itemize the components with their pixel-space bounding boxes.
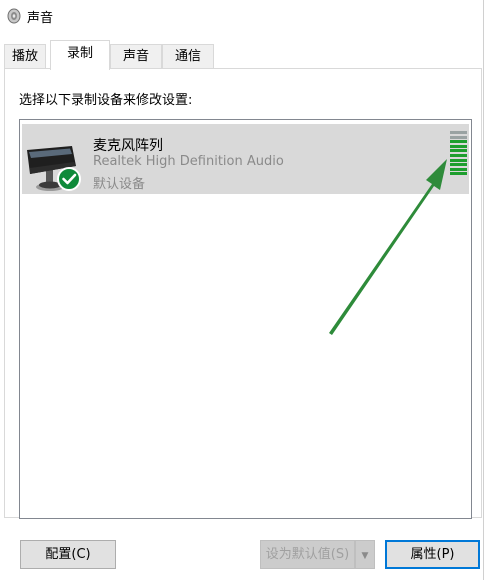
set-default-button[interactable]: 设为默认值(S) [260,540,355,569]
meter-segment [450,167,467,171]
chevron-down-icon: ▼ [361,551,369,561]
speaker-icon [7,8,21,24]
meter-segment [450,140,467,144]
device-row[interactable]: 麦克风阵列 Realtek High Definition Audio 默认设备 [22,124,469,194]
meter-segment [450,149,467,153]
meter-segment [450,135,467,139]
tab-strip: 播放 录制 声音 通信 [0,40,486,70]
tab-recording[interactable]: 录制 [50,40,110,70]
device-description: Realtek High Definition Audio [93,154,284,169]
checkmark-badge-icon [57,167,81,191]
set-default-dropdown-button[interactable]: ▼ [355,540,375,569]
window-border [483,0,484,580]
meter-segment [450,172,467,176]
tab-communications[interactable]: 通信 [162,44,214,68]
device-status: 默认设备 [93,177,146,192]
input-level-meter [450,131,467,177]
microphone-array-icon [27,146,81,191]
configure-button[interactable]: 配置(C) [20,540,116,569]
tab-playback[interactable]: 播放 [4,44,46,68]
meter-segment [450,163,467,167]
sound-dialog: 声音 播放 录制 声音 通信 选择以下录制设备来修改设置: 麦克风阵列 Real… [0,0,486,580]
window-title: 声音 [27,11,54,26]
recording-device-list[interactable]: 麦克风阵列 Realtek High Definition Audio 默认设备 [19,119,472,519]
meter-segment [450,144,467,148]
device-name: 麦克风阵列 [93,138,163,154]
meter-segment [450,158,467,162]
meter-segment [450,131,467,134]
title-bar: 声音 [0,0,486,32]
instruction-label: 选择以下录制设备来修改设置: [19,93,193,108]
tab-sounds[interactable]: 声音 [110,44,162,68]
meter-segment [450,154,467,157]
properties-button[interactable]: 属性(P) [385,540,480,569]
